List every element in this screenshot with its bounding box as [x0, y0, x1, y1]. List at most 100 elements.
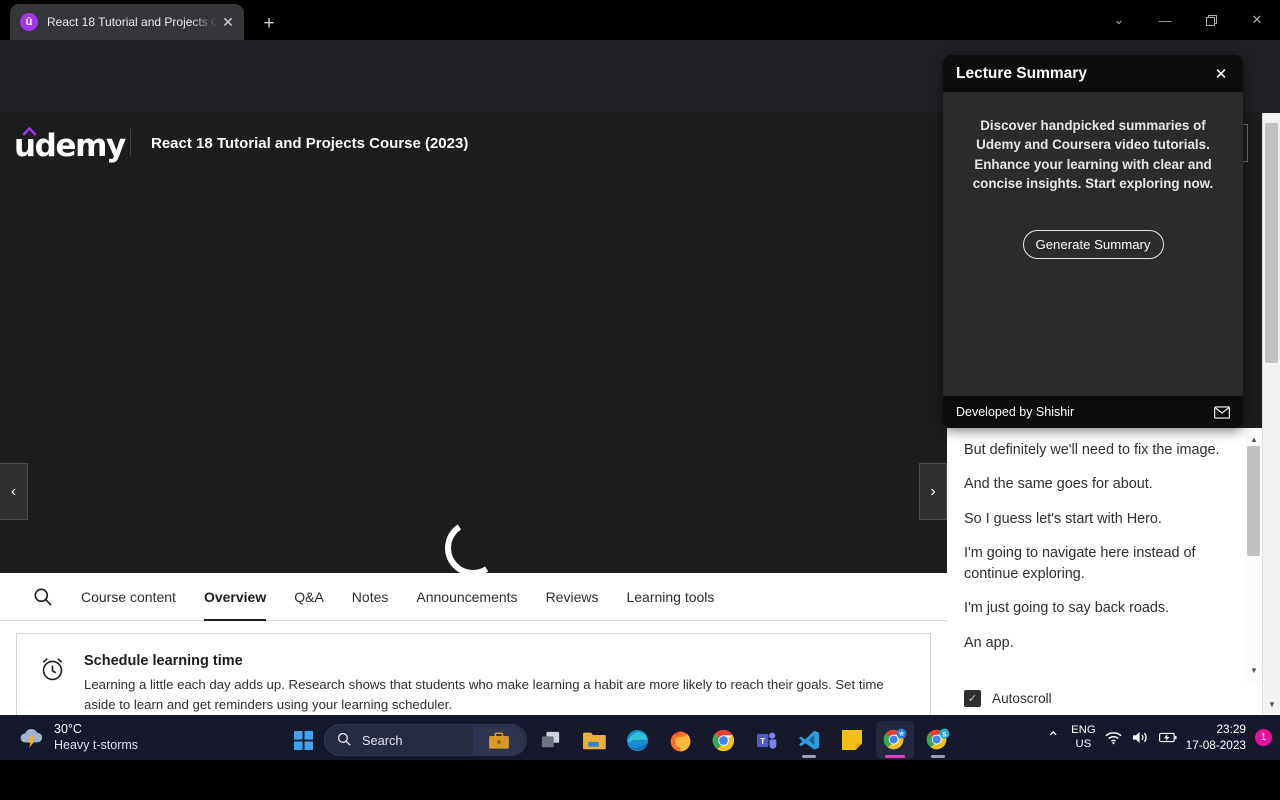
vscode-icon[interactable] — [790, 721, 828, 759]
browser-tab-title: React 18 Tutorial and Projects Co — [47, 15, 218, 29]
page-scrollbar[interactable]: ▲ ▼ — [1262, 113, 1280, 715]
app-running-indicator — [931, 755, 945, 758]
transcript-scrollbar-thumb[interactable] — [1247, 446, 1260, 556]
window-controls: ⌄ — ✕ — [1096, 0, 1280, 40]
start-button[interactable] — [287, 724, 319, 756]
file-explorer-icon[interactable] — [575, 721, 613, 759]
window-close-button[interactable]: ✕ — [1234, 0, 1280, 40]
tab-course-content[interactable]: Course content — [81, 573, 176, 621]
tray-overflow-chevron-icon[interactable]: ⌃ — [1044, 729, 1062, 747]
transcript-cue[interactable]: I'm going to navigate here instead of co… — [964, 543, 1226, 584]
app-active-indicator — [885, 755, 905, 758]
content-tabs: Course content Overview Q&A Notes Announ… — [0, 573, 947, 621]
tab-qa[interactable]: Q&A — [294, 573, 324, 621]
firefox-icon[interactable] — [661, 721, 699, 759]
tab-announcements[interactable]: Announcements — [416, 573, 517, 621]
search-icon — [337, 732, 351, 749]
course-title: React 18 Tutorial and Projects Course (2… — [151, 134, 469, 152]
svg-text:S: S — [942, 731, 947, 738]
video-player[interactable]: ‹ › ▶ 1x 0:00 / 0:00 — [0, 173, 947, 641]
task-view-icon[interactable] — [532, 721, 570, 759]
chrome-icon[interactable] — [704, 721, 742, 759]
clock-time: 23:29 — [1216, 721, 1246, 736]
transcript-panel: But definitely we'll need to fix the ima… — [947, 428, 1262, 715]
taskbar-center: Search T S — [287, 721, 957, 759]
autoscroll-row: ✓ Autoscroll — [947, 682, 1262, 715]
loading-spinner-icon — [439, 514, 507, 582]
schedule-card-description: Learning a little each day adds up. Rese… — [84, 677, 884, 712]
lecture-summary-header: Lecture Summary ✕ — [943, 55, 1243, 92]
sticky-notes-icon[interactable] — [833, 721, 871, 759]
scroll-down-arrow-icon[interactable]: ▼ — [1245, 661, 1262, 679]
browser-window: û React 18 Tutorial and Projects Co ✕ + … — [0, 0, 1280, 715]
tab-overview[interactable]: Overview — [203, 573, 267, 621]
maximize-button[interactable] — [1188, 0, 1234, 40]
header-divider — [130, 129, 131, 157]
alarm-clock-icon — [39, 655, 66, 682]
generate-summary-button[interactable]: Generate Summary — [1022, 229, 1164, 259]
search-icon[interactable] — [33, 587, 53, 607]
briefcase-icon[interactable] — [473, 726, 525, 756]
transcript-cue[interactable]: An app. — [964, 633, 1226, 653]
overview-panel: Schedule learning time Learning a little… — [0, 621, 947, 715]
close-icon[interactable]: ✕ — [1212, 65, 1230, 83]
clock-date: 17-08-2023 — [1185, 737, 1246, 752]
windows-taskbar: 30°C Heavy t-storms Search T S ⌃ ENG US … — [0, 715, 1280, 760]
app-running-indicator — [802, 755, 816, 758]
lecture-summary-body: Discover handpicked summaries of Udemy a… — [943, 92, 1243, 259]
weather-text: 30°C Heavy t-storms — [54, 722, 138, 753]
svg-text:T: T — [760, 735, 766, 745]
scroll-down-arrow-icon[interactable]: ▼ — [1263, 695, 1280, 713]
weather-temperature: 30°C — [54, 722, 82, 736]
udemy-logo-hat-icon — [22, 127, 37, 136]
previous-lecture-button[interactable]: ‹ — [0, 463, 28, 520]
transcript-cue[interactable]: I'm just going to say back roads. — [964, 598, 1226, 618]
lecture-summary-description: Discover handpicked summaries of Udemy a… — [972, 118, 1214, 192]
lecture-summary-popup: Lecture Summary ✕ Discover handpicked su… — [943, 55, 1243, 428]
taskbar-search[interactable]: Search — [324, 724, 527, 756]
next-lecture-button[interactable]: › — [919, 463, 947, 520]
autoscroll-label: Autoscroll — [992, 691, 1052, 706]
storm-cloud-icon — [20, 729, 43, 749]
tab-learning-tools[interactable]: Learning tools — [626, 573, 714, 621]
udemy-logo[interactable]: udemy — [14, 126, 126, 164]
transcript-cue[interactable]: But definitely we'll need to fix the ima… — [964, 440, 1226, 460]
minimize-button[interactable]: — — [1142, 0, 1188, 40]
search-placeholder: Search — [362, 732, 403, 748]
developer-credit: Developed by Shishir — [956, 405, 1075, 419]
battery-charging-icon[interactable] — [1158, 729, 1177, 747]
transcript-cue[interactable]: So I guess let's start with Hero. — [964, 509, 1226, 529]
browser-tab[interactable]: û React 18 Tutorial and Projects Co ✕ — [10, 4, 244, 40]
chrome-window-icon[interactable] — [876, 721, 914, 759]
schedule-learning-card[interactable]: Schedule learning time Learning a little… — [16, 633, 931, 715]
tab-search-chevron-icon[interactable]: ⌄ — [1096, 0, 1142, 40]
tab-reviews[interactable]: Reviews — [546, 573, 599, 621]
mail-icon[interactable] — [1214, 405, 1230, 419]
tab-notes[interactable]: Notes — [352, 573, 389, 621]
teams-icon[interactable]: T — [747, 721, 785, 759]
volume-icon[interactable] — [1132, 729, 1150, 747]
lecture-summary-title: Lecture Summary — [956, 64, 1087, 82]
lecture-summary-footer: Developed by Shishir — [943, 396, 1243, 428]
page-scrollbar-thumb[interactable] — [1265, 123, 1278, 363]
browser-tabstrip: û React 18 Tutorial and Projects Co ✕ + … — [0, 0, 1280, 40]
transcript-cue[interactable]: And the same goes for about. — [964, 474, 1226, 494]
clock[interactable]: 23:29 17-08-2023 — [1186, 722, 1246, 754]
wifi-icon[interactable] — [1105, 729, 1123, 747]
new-tab-button[interactable]: + — [255, 10, 283, 38]
language-indicator[interactable]: ENG US — [1071, 724, 1095, 751]
system-tray: ⌃ ENG US 23:29 17-08-2023 1 — [1044, 715, 1272, 760]
close-icon[interactable]: ✕ — [218, 12, 238, 32]
edge-icon[interactable] — [618, 721, 656, 759]
notification-badge[interactable]: 1 — [1255, 729, 1272, 746]
language-code: ENG — [1071, 723, 1096, 736]
transcript-scrollbar[interactable]: ▲ ▼ — [1245, 428, 1262, 715]
autoscroll-checkbox[interactable]: ✓ — [964, 690, 981, 707]
region-code: US — [1075, 737, 1092, 750]
udemy-favicon-icon: û — [20, 13, 38, 31]
transcript-cue-list[interactable]: But definitely we'll need to fix the ima… — [947, 428, 1244, 667]
chrome-window-2-icon[interactable]: S — [919, 721, 957, 759]
weather-condition: Heavy t-storms — [54, 737, 139, 752]
schedule-card-title: Schedule learning time — [84, 653, 243, 669]
weather-widget[interactable]: 30°C Heavy t-storms — [18, 722, 138, 753]
